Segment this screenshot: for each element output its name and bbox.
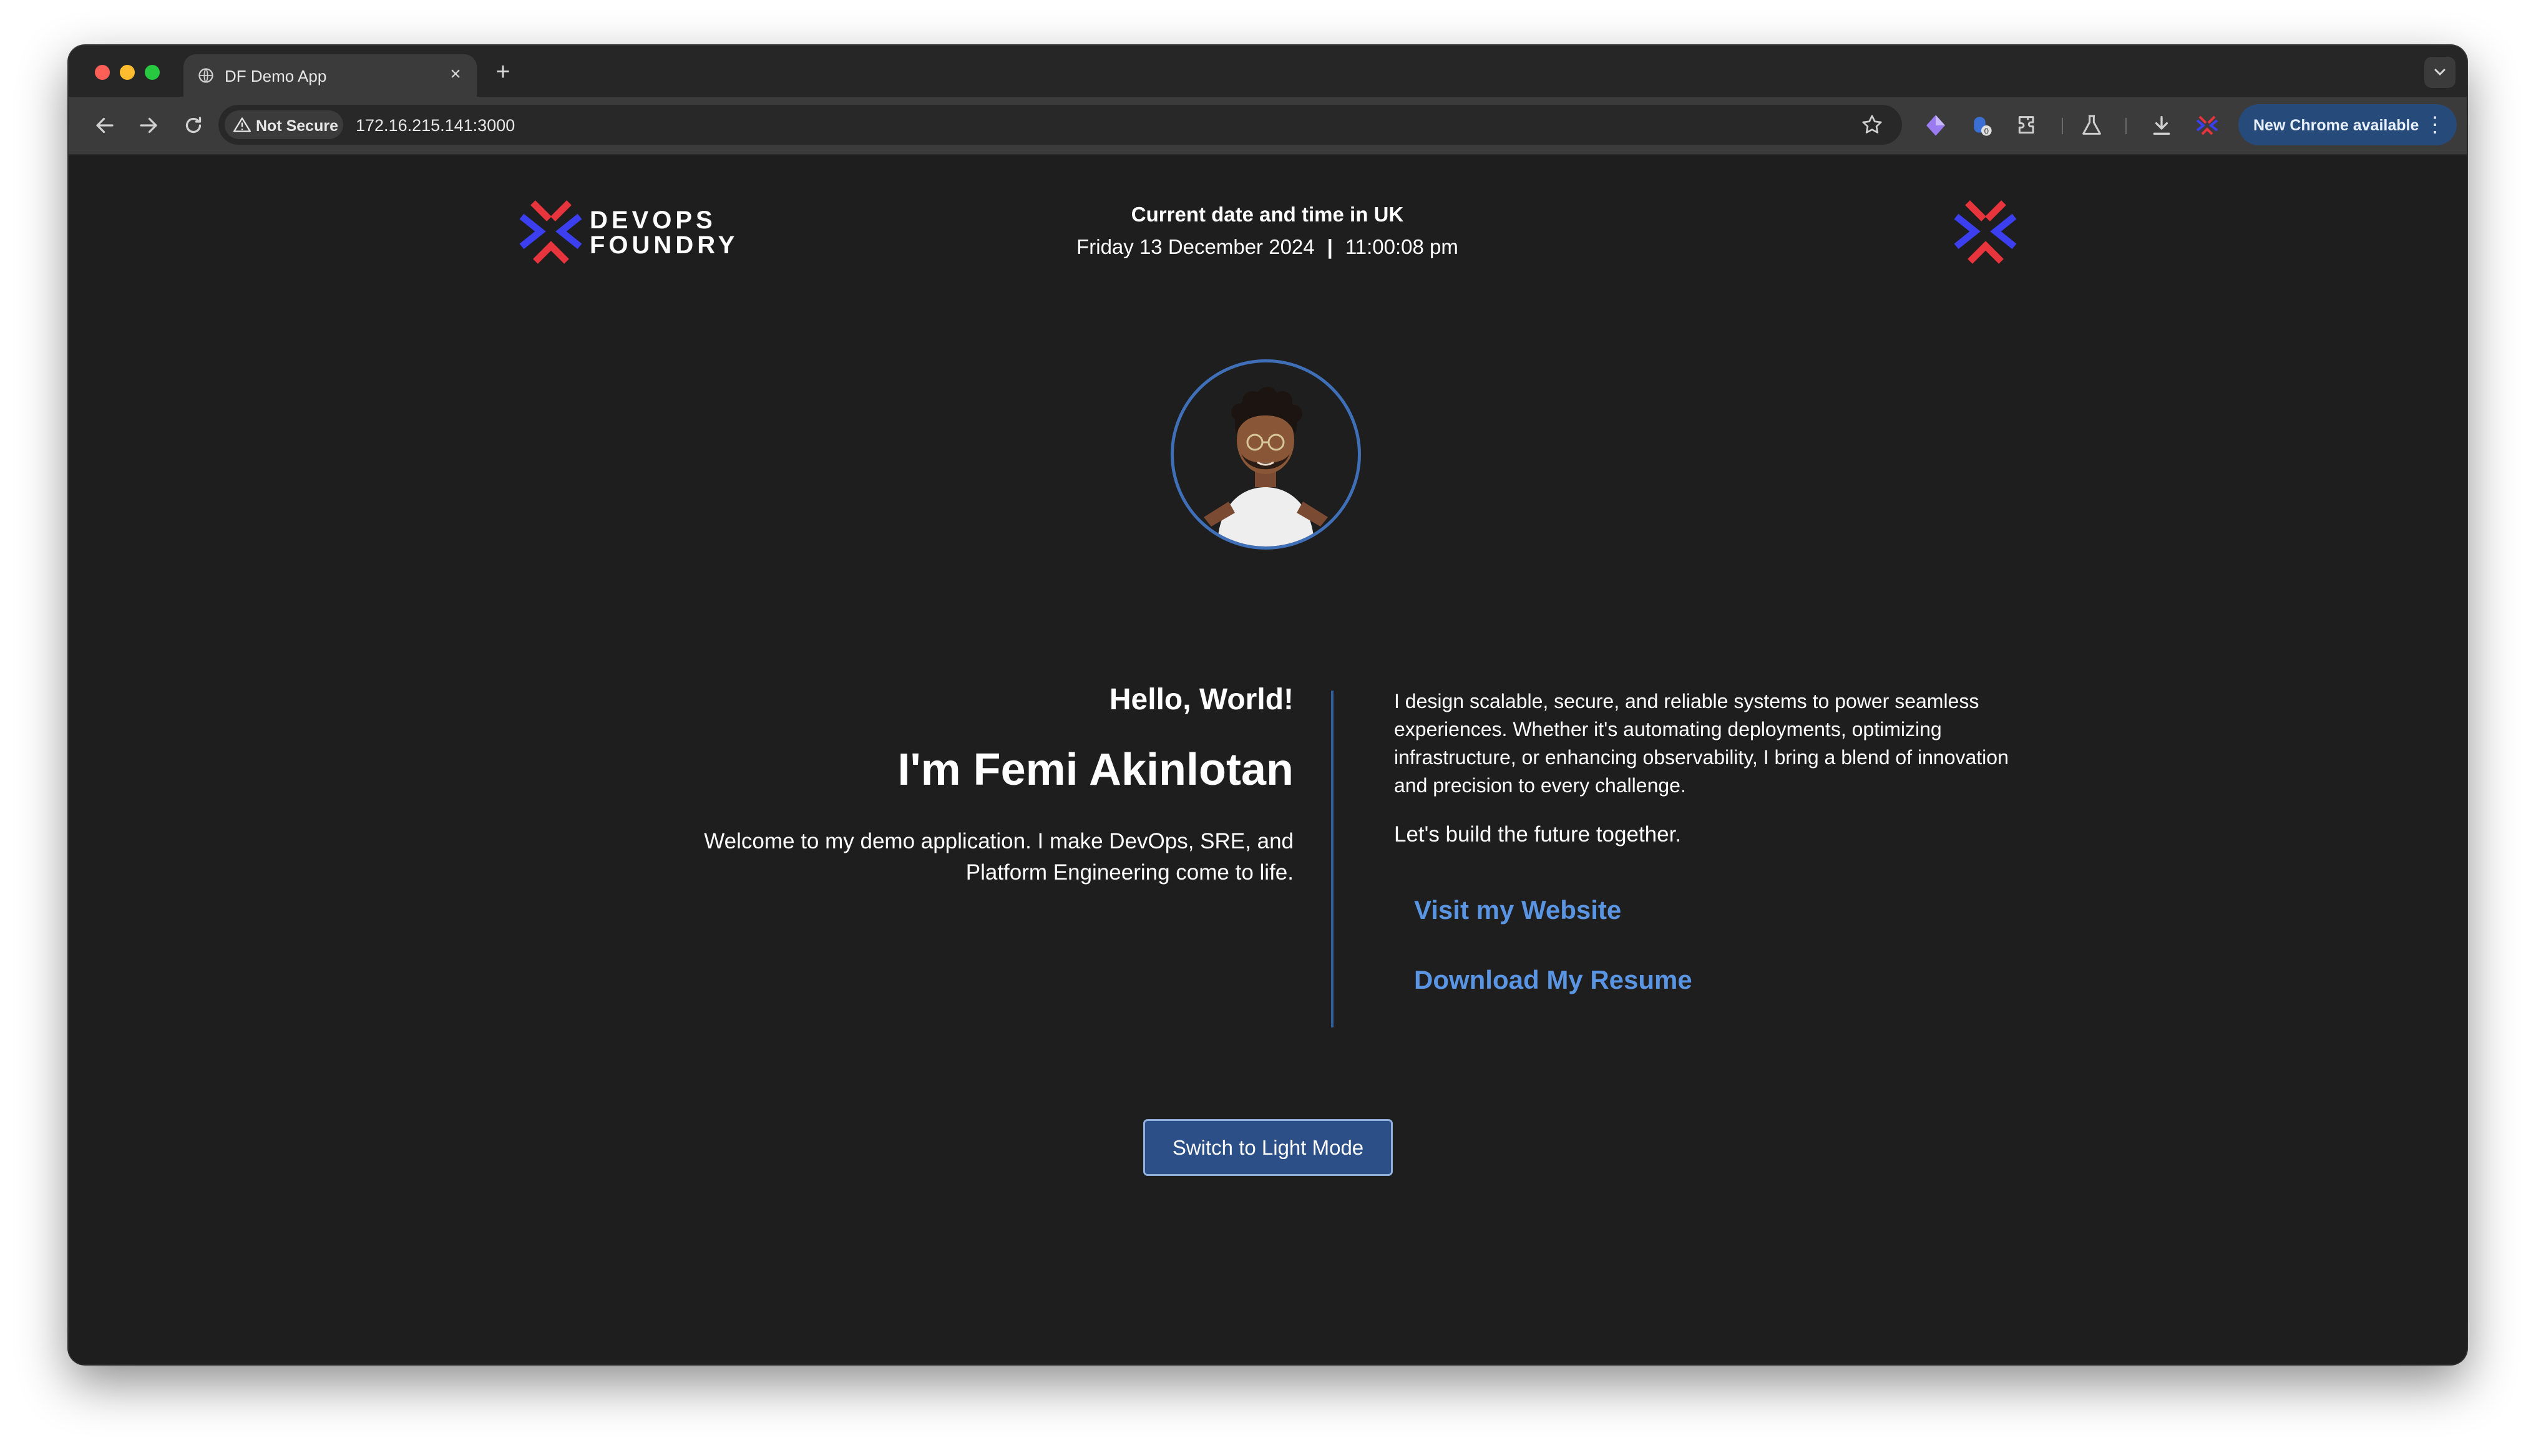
maximize-window-button[interactable] bbox=[145, 65, 160, 80]
visit-website-link[interactable]: Visit my Website bbox=[1414, 895, 2031, 926]
toolbar-divider bbox=[2062, 118, 2063, 134]
update-label: New Chrome available bbox=[2253, 117, 2419, 134]
kebab-menu-icon[interactable]: ⋮ bbox=[2424, 112, 2446, 137]
globe-icon bbox=[198, 68, 213, 83]
about-column: I design scalable, secure, and reliable … bbox=[1394, 687, 2031, 996]
devops-foundry-logo-mark-icon bbox=[1954, 200, 2017, 264]
puzzle-extensions-icon[interactable] bbox=[2014, 113, 2039, 138]
svg-text:0: 0 bbox=[1984, 126, 1989, 135]
close-window-button[interactable] bbox=[95, 65, 110, 80]
labs-flask-icon[interactable] bbox=[2079, 113, 2104, 138]
browser-toolbar: Not Secure 172.16.215.141:3000 0 New Chr… bbox=[69, 97, 2467, 155]
datetime-separator: | bbox=[1327, 235, 1333, 258]
close-icon[interactable]: × bbox=[444, 63, 467, 85]
avatar bbox=[1171, 359, 1361, 550]
tab-search-button[interactable] bbox=[2424, 57, 2456, 88]
warning-triangle-icon bbox=[233, 117, 251, 132]
page-content: DEVOPS FOUNDRY Current date and time in … bbox=[69, 155, 2467, 1364]
security-chip[interactable]: Not Secure bbox=[225, 110, 343, 139]
download-resume-link[interactable]: Download My Resume bbox=[1414, 964, 2031, 996]
brand-line-1: DEVOPS bbox=[590, 206, 716, 234]
plus-icon[interactable]: + bbox=[490, 59, 515, 84]
reload-icon[interactable] bbox=[182, 114, 205, 137]
datetime-title: Current date and time in UK bbox=[1131, 203, 1404, 226]
column-divider bbox=[1331, 691, 1334, 1027]
update-chrome-button[interactable]: New Chrome available ⋮ bbox=[2238, 104, 2457, 145]
avatar-icon bbox=[1204, 387, 1328, 546]
chevron-down-icon bbox=[2434, 69, 2446, 76]
time-text: 11:00:08 pm bbox=[1345, 235, 1458, 258]
datetime-row: Friday 13 December 2024 | 11:00:08 pm bbox=[1018, 235, 1517, 260]
back-arrow-icon[interactable] bbox=[94, 114, 116, 137]
bio-text: I design scalable, secure, and reliable … bbox=[1394, 690, 2009, 797]
uk-datetime: Current date and time in UK Friday 13 De… bbox=[1018, 202, 1517, 260]
minimize-window-button[interactable] bbox=[120, 65, 135, 80]
devops-foundry-extension-icon[interactable] bbox=[2195, 113, 2220, 138]
tagline-text: Let's build the future together. bbox=[1394, 822, 1682, 847]
brand-line-2: FOUNDRY bbox=[590, 231, 739, 259]
gem-icon[interactable] bbox=[1923, 113, 1948, 138]
welcome-text: Welcome to my demo application. I make D… bbox=[704, 829, 1294, 885]
tab-df-demo-app[interactable]: DF Demo App × bbox=[183, 54, 477, 97]
date-text: Friday 13 December 2024 bbox=[1076, 235, 1315, 258]
download-icon[interactable] bbox=[2149, 113, 2174, 138]
url-text[interactable]: 172.16.215.141:3000 bbox=[356, 116, 515, 135]
devops-foundry-logo[interactable]: DEVOPS FOUNDRY bbox=[518, 199, 755, 268]
brand-wordmark: DEVOPS FOUNDRY bbox=[590, 208, 738, 258]
forward-arrow-icon[interactable] bbox=[137, 114, 160, 137]
hello-heading: Hello, World! bbox=[1109, 683, 1294, 716]
address-bar[interactable]: Not Secure 172.16.215.141:3000 bbox=[218, 105, 1902, 145]
browser-window: DF Demo App × + Not Secure 172.16.215.14… bbox=[69, 46, 2467, 1364]
switch-theme-button[interactable]: Switch to Light Mode bbox=[1143, 1119, 1393, 1176]
name-heading: I'm Femi Akinlotan bbox=[897, 745, 1294, 795]
password-manager-icon[interactable]: 0 bbox=[1969, 113, 1994, 138]
intro-column: Hello, World! I'm Femi Akinlotan Welcome… bbox=[693, 682, 1294, 888]
tab-strip: DF Demo App × + bbox=[69, 46, 2467, 97]
toolbar-divider bbox=[2125, 118, 2127, 134]
tab-title: DF Demo App bbox=[225, 67, 327, 85]
devops-foundry-logo-mark-icon bbox=[519, 200, 582, 264]
security-label: Not Secure bbox=[256, 117, 338, 135]
star-icon[interactable] bbox=[1861, 114, 1883, 136]
